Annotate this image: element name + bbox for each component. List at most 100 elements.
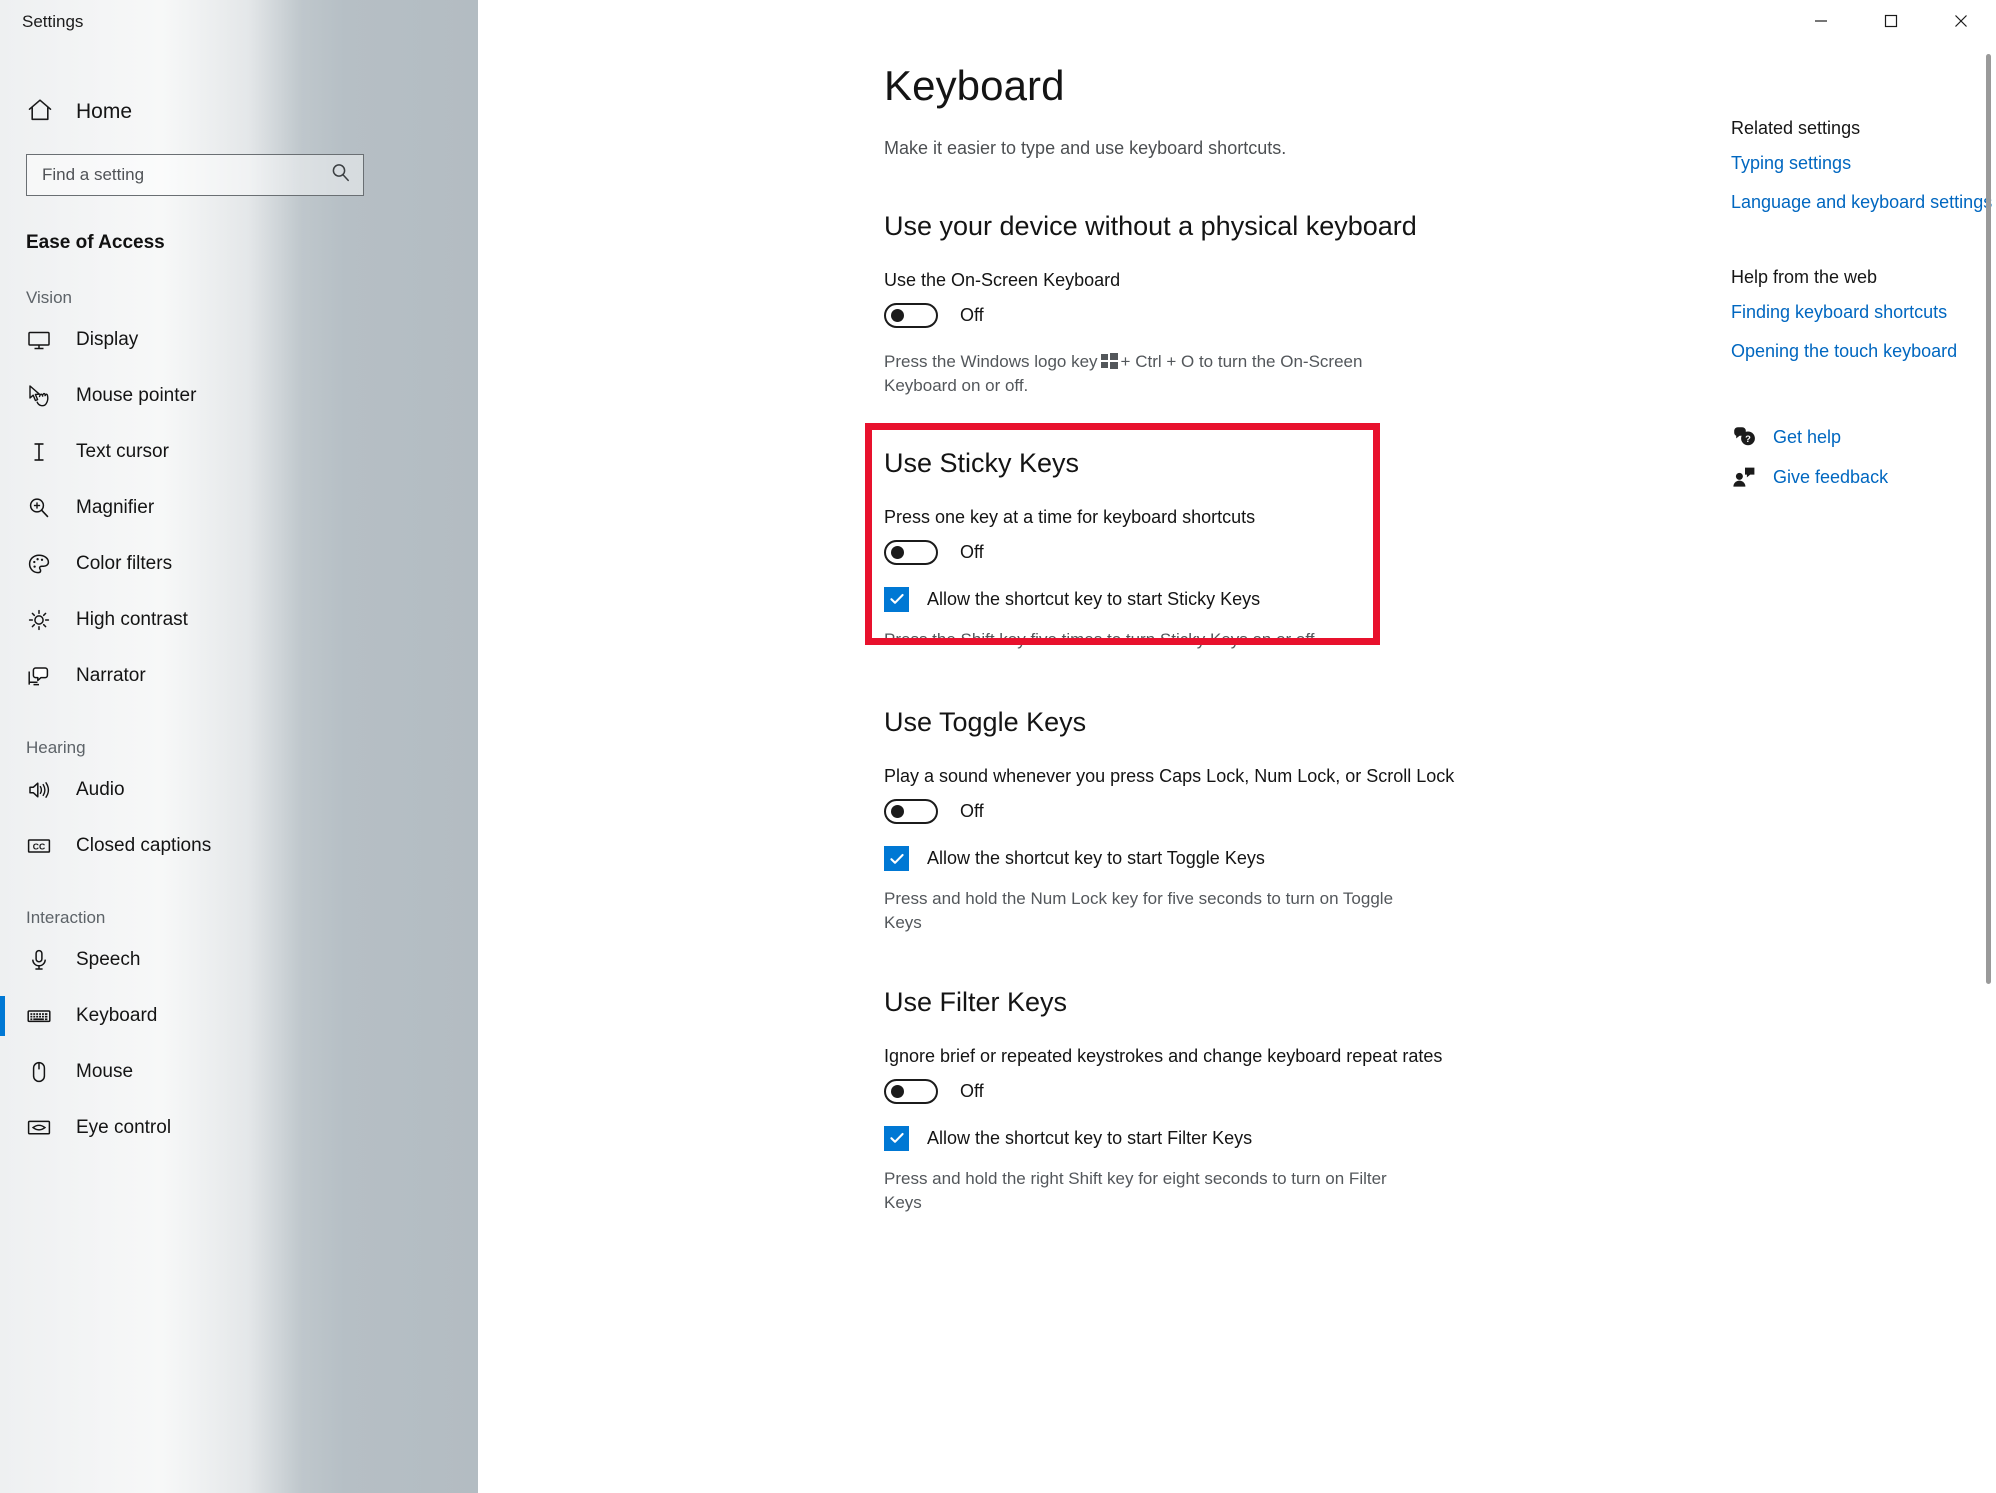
description-text-before: Press the Windows logo key <box>884 352 1098 371</box>
sidebar-item-home[interactable]: Home <box>26 92 326 132</box>
sticky-keys-toggle[interactable] <box>884 539 938 565</box>
filter-keys-checkbox-row[interactable]: Allow the shortcut key to start Filter K… <box>884 1125 1644 1151</box>
monitor-icon <box>26 327 52 353</box>
main-scrollbar[interactable] <box>1982 44 1994 1484</box>
home-icon <box>26 96 54 129</box>
sidebar-item-mouse[interactable]: Mouse <box>0 1044 478 1100</box>
link-opening-touch-keyboard[interactable]: Opening the touch keyboard <box>1731 341 1957 362</box>
search-input[interactable] <box>42 155 329 195</box>
mouse-pointer-icon <box>26 383 52 409</box>
sidebar-item-label: Keyboard <box>76 1005 158 1026</box>
section-heading: Use your device without a physical keybo… <box>884 211 1417 241</box>
page-title: Keyboard <box>884 62 1065 109</box>
setting-label: Use the On-Screen Keyboard <box>884 270 1121 290</box>
sticky-keys-checkbox[interactable] <box>884 586 909 612</box>
sidebar-group-hearing: Hearing <box>26 738 86 757</box>
sidebar-item-label: Magnifier <box>76 497 155 518</box>
sidebar-item-color-filters[interactable]: Color filters <box>0 536 478 592</box>
section-sticky-keys: Use Sticky Keys Press one key at a time … <box>884 448 1644 652</box>
minimize-button[interactable] <box>1786 0 1856 42</box>
sidebar-item-label: Audio <box>76 779 125 800</box>
sticky-keys-description: Press the Shift key five times to turn S… <box>884 629 1315 649</box>
search-box[interactable] <box>26 154 364 196</box>
keyboard-icon <box>26 1003 52 1029</box>
on-screen-keyboard-toggle[interactable] <box>884 303 938 328</box>
sidebar-category-title: Ease of Access <box>26 232 165 253</box>
sidebar-item-keyboard[interactable]: Keyboard <box>0 988 478 1044</box>
toggle-state-label: Off <box>960 541 984 562</box>
setting-label: Play a sound whenever you press Caps Loc… <box>884 766 1455 787</box>
toggle-state-label: Off <box>960 1080 984 1101</box>
sidebar-item-label: Speech <box>76 949 141 970</box>
magnifier-icon <box>26 495 52 521</box>
sidebar-group-interaction: Interaction <box>26 908 106 927</box>
toggle-keys-description: Press and hold the Num Lock key for five… <box>884 889 1394 933</box>
main-content: Keyboard Make it easier to type and use … <box>478 0 1996 1493</box>
give-feedback-label: Give feedback <box>1773 466 1889 487</box>
related-settings-heading: Related settings <box>1731 118 1861 138</box>
search-icon[interactable] <box>329 161 353 190</box>
sidebar-item-text-cursor[interactable]: Text cursor <box>0 424 478 480</box>
toggle-keys-toggle[interactable] <box>884 799 938 825</box>
sidebar: Home Ease of Access Vision <box>0 0 478 1493</box>
sidebar-item-label: Narrator <box>76 665 146 686</box>
help-from-web-heading: Help from the web <box>1731 267 1878 287</box>
filter-keys-checkbox[interactable] <box>884 1125 909 1151</box>
give-feedback-row[interactable]: Give feedback <box>1731 464 1996 490</box>
on-screen-keyboard-description: Press the Windows logo key + Ctrl + O to … <box>884 350 1404 398</box>
get-help-row[interactable]: ? Get help <box>1731 424 1996 450</box>
get-help-label: Get help <box>1773 426 1842 447</box>
section-heading: Use Filter Keys <box>884 986 1068 1017</box>
sidebar-item-display[interactable]: Display <box>0 312 478 368</box>
link-finding-keyboard-shortcuts[interactable]: Finding keyboard shortcuts <box>1731 302 1947 323</box>
sidebar-item-label: Mouse <box>76 1061 134 1082</box>
sidebar-item-narrator[interactable]: Narrator <box>0 648 478 704</box>
setting-label: Press one key at a time for keyboard sho… <box>884 506 1256 527</box>
sidebar-item-speech[interactable]: Speech <box>0 932 478 988</box>
sidebar-item-magnifier[interactable]: Magnifier <box>0 480 478 536</box>
section-heading: Use Sticky Keys <box>884 447 1080 478</box>
window-title: Settings <box>22 12 84 31</box>
close-button[interactable] <box>1926 0 1996 42</box>
toggle-state-label: Off <box>960 305 984 325</box>
related-settings-panel: Related settings Typing settings Languag… <box>1731 118 1996 504</box>
scrollbar-thumb[interactable] <box>1986 54 1991 984</box>
on-screen-keyboard-toggle-row[interactable]: Off <box>884 303 1644 328</box>
sticky-keys-checkbox-row[interactable]: Allow the shortcut key to start Sticky K… <box>884 586 1644 612</box>
sidebar-item-label: Eye control <box>76 1117 172 1138</box>
sidebar-item-label: Text cursor <box>76 441 169 462</box>
toggle-state-label: Off <box>960 801 984 822</box>
sidebar-item-audio[interactable]: Audio <box>0 762 478 818</box>
checkbox-label: Allow the shortcut key to start Sticky K… <box>927 588 1261 609</box>
sidebar-item-label: High contrast <box>76 609 188 630</box>
sidebar-item-label: Closed captions <box>76 835 212 856</box>
maximize-button[interactable] <box>1856 0 1926 42</box>
toggle-keys-checkbox[interactable] <box>884 846 909 872</box>
sticky-keys-toggle-row[interactable]: Off <box>884 539 1644 565</box>
sidebar-item-label: Mouse pointer <box>76 385 197 406</box>
sidebar-home-label: Home <box>76 100 133 123</box>
filter-keys-description: Press and hold the right Shift key for e… <box>884 1168 1387 1212</box>
eye-control-icon <box>26 1115 52 1141</box>
sidebar-item-high-contrast[interactable]: High contrast <box>0 592 478 648</box>
sidebar-item-eye-control[interactable]: Eye control <box>0 1100 478 1156</box>
checkbox-label: Allow the shortcut key to start Filter K… <box>927 1127 1253 1148</box>
toggle-keys-checkbox-row[interactable]: Allow the shortcut key to start Toggle K… <box>884 846 1644 872</box>
closed-caption-icon: CC <box>26 833 52 859</box>
sidebar-item-label: Color filters <box>76 553 173 574</box>
speaker-icon <box>26 777 52 803</box>
filter-keys-toggle[interactable] <box>884 1078 938 1104</box>
mouse-icon <box>26 1059 52 1085</box>
link-typing-settings[interactable]: Typing settings <box>1731 153 1851 174</box>
get-help-icon: ? <box>1731 424 1757 450</box>
sidebar-item-closed-captions[interactable]: CC Closed captions <box>0 818 478 874</box>
section-heading: Use Toggle Keys <box>884 707 1087 738</box>
setting-label: Ignore brief or repeated keystrokes and … <box>884 1045 1443 1066</box>
text-cursor-icon <box>26 439 52 465</box>
checkbox-label: Allow the shortcut key to start Toggle K… <box>927 848 1265 869</box>
narrator-icon <box>26 663 52 689</box>
filter-keys-toggle-row[interactable]: Off <box>884 1078 1644 1104</box>
sidebar-item-mouse-pointer[interactable]: Mouse pointer <box>0 368 478 424</box>
link-language-keyboard-settings[interactable]: Language and keyboard settings <box>1731 192 1992 213</box>
toggle-keys-toggle-row[interactable]: Off <box>884 799 1644 825</box>
